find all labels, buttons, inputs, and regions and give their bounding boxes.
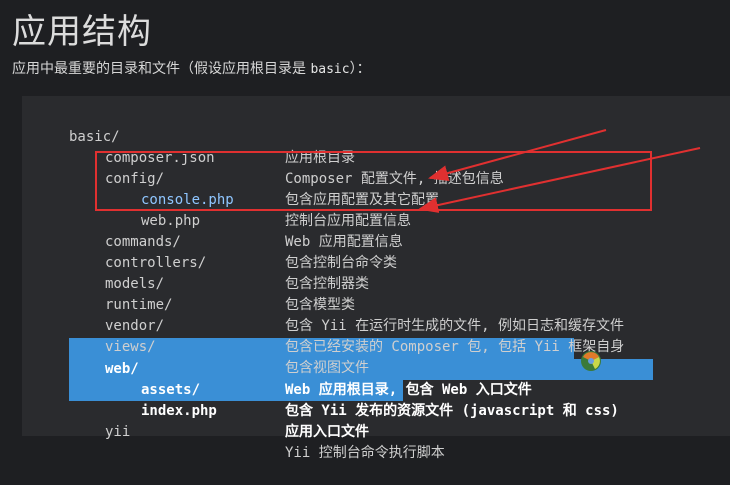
floating-widget-icon[interactable] xyxy=(578,348,604,374)
annotation-arrow-console xyxy=(428,129,607,181)
annotation-arrows xyxy=(418,129,701,213)
tree-desc: Yii 控制台命令执行脚本 xyxy=(285,445,445,461)
annotation-arrow-web xyxy=(418,147,701,213)
